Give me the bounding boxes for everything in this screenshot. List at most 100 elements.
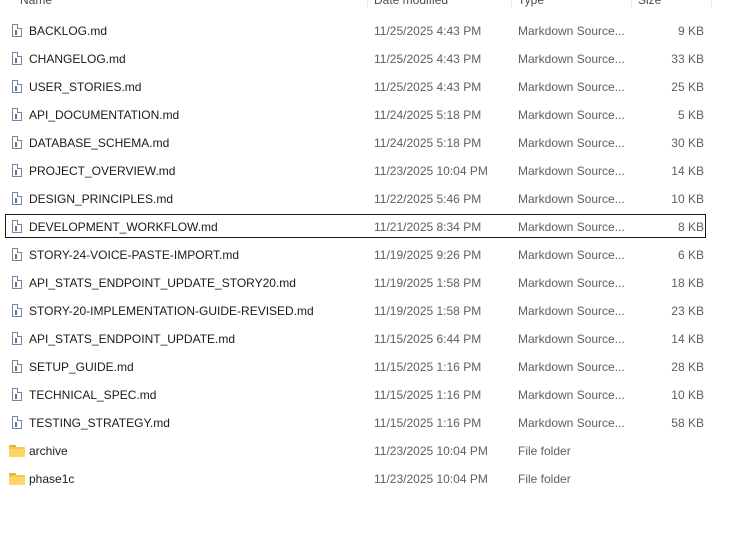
file-type: Markdown Source... [518, 248, 625, 262]
file-date-modified: 11/24/2025 5:18 PM [374, 136, 482, 150]
file-row[interactable]: CHANGELOG.md 11/25/2025 4:43 PM Markdown S… [0, 45, 730, 73]
file-type: Markdown Source... [518, 24, 625, 38]
row-icon-cell [9, 325, 27, 353]
column-header-size[interactable]: Size [638, 0, 661, 9]
file-size: 14 KB [671, 332, 704, 346]
markdown-file-icon [12, 360, 22, 373]
file-date-modified: 11/19/2025 9:26 PM [374, 248, 482, 262]
row-icon-cell [9, 409, 27, 437]
file-name: archive [29, 444, 68, 458]
column-header-name[interactable]: Name [20, 0, 52, 9]
column-header-date-modified[interactable]: Date modified [374, 0, 448, 9]
file-size: 14 KB [671, 164, 704, 178]
markdown-file-icon [12, 52, 22, 65]
markdown-file-icon [12, 248, 22, 261]
file-row[interactable]: TECHNICAL_SPEC.md 11/15/2025 1:16 PM Markd… [0, 381, 730, 409]
file-name: STORY-20-IMPLEMENTATION-GUIDE-REVISED.md [29, 304, 314, 318]
file-date-modified: 11/19/2025 1:58 PM [374, 304, 482, 318]
file-type: Markdown Source... [518, 416, 625, 430]
column-divider[interactable] [511, 0, 512, 7]
file-date-modified: 11/23/2025 10:04 PM [374, 164, 488, 178]
column-divider[interactable] [711, 0, 712, 7]
markdown-file-icon [12, 388, 22, 401]
file-row[interactable]: API_STATS_ENDPOINT_UPDATE_STORY20.md 11/1… [0, 269, 730, 297]
file-row[interactable]: API_DOCUMENTATION.md 11/24/2025 5:18 PM Ma… [0, 101, 730, 129]
file-row[interactable]: USER_STORIES.md 11/25/2025 4:43 PM Markdow… [0, 73, 730, 101]
file-type: Markdown Source... [518, 332, 625, 346]
row-icon-cell [9, 381, 27, 409]
file-row[interactable]: DEVELOPMENT_WORKFLOW.md 11/21/2025 8:34 P… [0, 213, 730, 241]
row-icon-cell [9, 45, 27, 73]
file-type: Markdown Source... [518, 388, 625, 402]
file-name: PROJECT_OVERVIEW.md [29, 164, 176, 178]
file-name: BACKLOG.md [29, 24, 108, 38]
file-type: File folder [518, 444, 571, 458]
markdown-file-icon [12, 108, 22, 121]
file-row[interactable]: PROJECT_OVERVIEW.md 11/23/2025 10:04 PM Ma… [0, 157, 730, 185]
file-name: phase1c [29, 472, 75, 486]
column-divider[interactable] [631, 0, 632, 7]
file-size: 28 KB [671, 360, 704, 374]
file-name: DESIGN_PRINCIPLES.md [29, 192, 174, 206]
file-date-modified: 11/19/2025 1:58 PM [374, 276, 482, 290]
row-icon-cell [9, 17, 27, 45]
file-row[interactable]: API_STATS_ENDPOINT_UPDATE.md 11/15/2025 6… [0, 325, 730, 353]
file-row[interactable]: BACKLOG.md 11/25/2025 4:43 PM Markdown Sou… [0, 17, 730, 45]
file-row[interactable]: STORY-24-VOICE-PASTE-IMPORT.md 11/19/2025… [0, 241, 730, 269]
row-icon-cell [9, 157, 27, 185]
row-icon-cell [9, 73, 27, 101]
markdown-file-icon [12, 164, 22, 177]
file-type: Markdown Source... [518, 276, 625, 290]
file-name: STORY-24-VOICE-PASTE-IMPORT.md [29, 248, 240, 262]
file-list: BACKLOG.md 11/25/2025 4:43 PM Markdown Sou… [0, 17, 730, 493]
file-row[interactable]: STORY-20-IMPLEMENTATION-GUIDE-REVISED.md… [0, 297, 730, 325]
file-row[interactable]: DATABASE_SCHEMA.md 11/24/2025 5:18 PM Mark… [0, 129, 730, 157]
folder-row[interactable]: archive 11/23/2025 10:04 PM File folder [0, 437, 730, 465]
file-date-modified: 11/21/2025 8:34 PM [374, 220, 482, 234]
file-type: Markdown Source... [518, 360, 625, 374]
row-icon-cell [9, 465, 27, 493]
file-size: 33 KB [671, 52, 704, 66]
file-type: Markdown Source... [518, 80, 625, 94]
row-icon-cell [9, 297, 27, 325]
markdown-file-icon [12, 24, 22, 37]
markdown-file-icon [12, 80, 22, 93]
file-size: 5 KB [677, 108, 704, 122]
file-name: API_STATS_ENDPOINT_UPDATE_STORY20.md [29, 276, 296, 290]
markdown-file-icon [12, 304, 22, 317]
file-explorer-list: Name Date modified Type Size BACKLOG.md 1… [0, 0, 730, 550]
column-header-type[interactable]: Type [518, 0, 544, 9]
file-size: 10 KB [671, 388, 704, 402]
row-icon-cell [9, 101, 27, 129]
file-size: 25 KB [671, 80, 704, 94]
file-row[interactable]: SETUP_GUIDE.md 11/15/2025 1:16 PM Markdown… [0, 353, 730, 381]
file-date-modified: 11/25/2025 4:43 PM [374, 52, 482, 66]
file-name: USER_STORIES.md [29, 80, 142, 94]
column-divider[interactable] [367, 0, 368, 7]
file-size: 9 KB [677, 24, 704, 38]
file-name: API_DOCUMENTATION.md [29, 108, 180, 122]
file-name: DATABASE_SCHEMA.md [29, 136, 170, 150]
file-type: Markdown Source... [518, 164, 625, 178]
file-type: Markdown Source... [518, 304, 625, 318]
file-name: SETUP_GUIDE.md [29, 360, 134, 374]
file-type: Markdown Source... [518, 108, 625, 122]
file-date-modified: 11/15/2025 6:44 PM [374, 332, 482, 346]
file-row[interactable]: DESIGN_PRINCIPLES.md 11/22/2025 5:46 PM Ma… [0, 185, 730, 213]
file-size: 10 KB [671, 192, 704, 206]
folder-icon [9, 445, 25, 457]
file-date-modified: 11/22/2025 5:46 PM [374, 192, 482, 206]
row-icon-cell [9, 185, 27, 213]
file-type: Markdown Source... [518, 52, 625, 66]
folder-row[interactable]: phase1c 11/23/2025 10:04 PM File folder [0, 465, 730, 493]
file-date-modified: 11/15/2025 1:16 PM [374, 360, 482, 374]
file-row[interactable]: TESTING_STRATEGY.md 11/15/2025 1:16 PM Mar… [0, 409, 730, 437]
file-date-modified: 11/15/2025 1:16 PM [374, 416, 482, 430]
file-size: 6 KB [677, 248, 704, 262]
file-name: TECHNICAL_SPEC.md [29, 388, 157, 402]
file-name: CHANGELOG.md [29, 52, 126, 66]
file-size: 8 KB [677, 220, 704, 234]
markdown-file-icon [12, 136, 22, 149]
file-date-modified: 11/23/2025 10:04 PM [374, 472, 488, 486]
file-date-modified: 11/25/2025 4:43 PM [374, 80, 482, 94]
